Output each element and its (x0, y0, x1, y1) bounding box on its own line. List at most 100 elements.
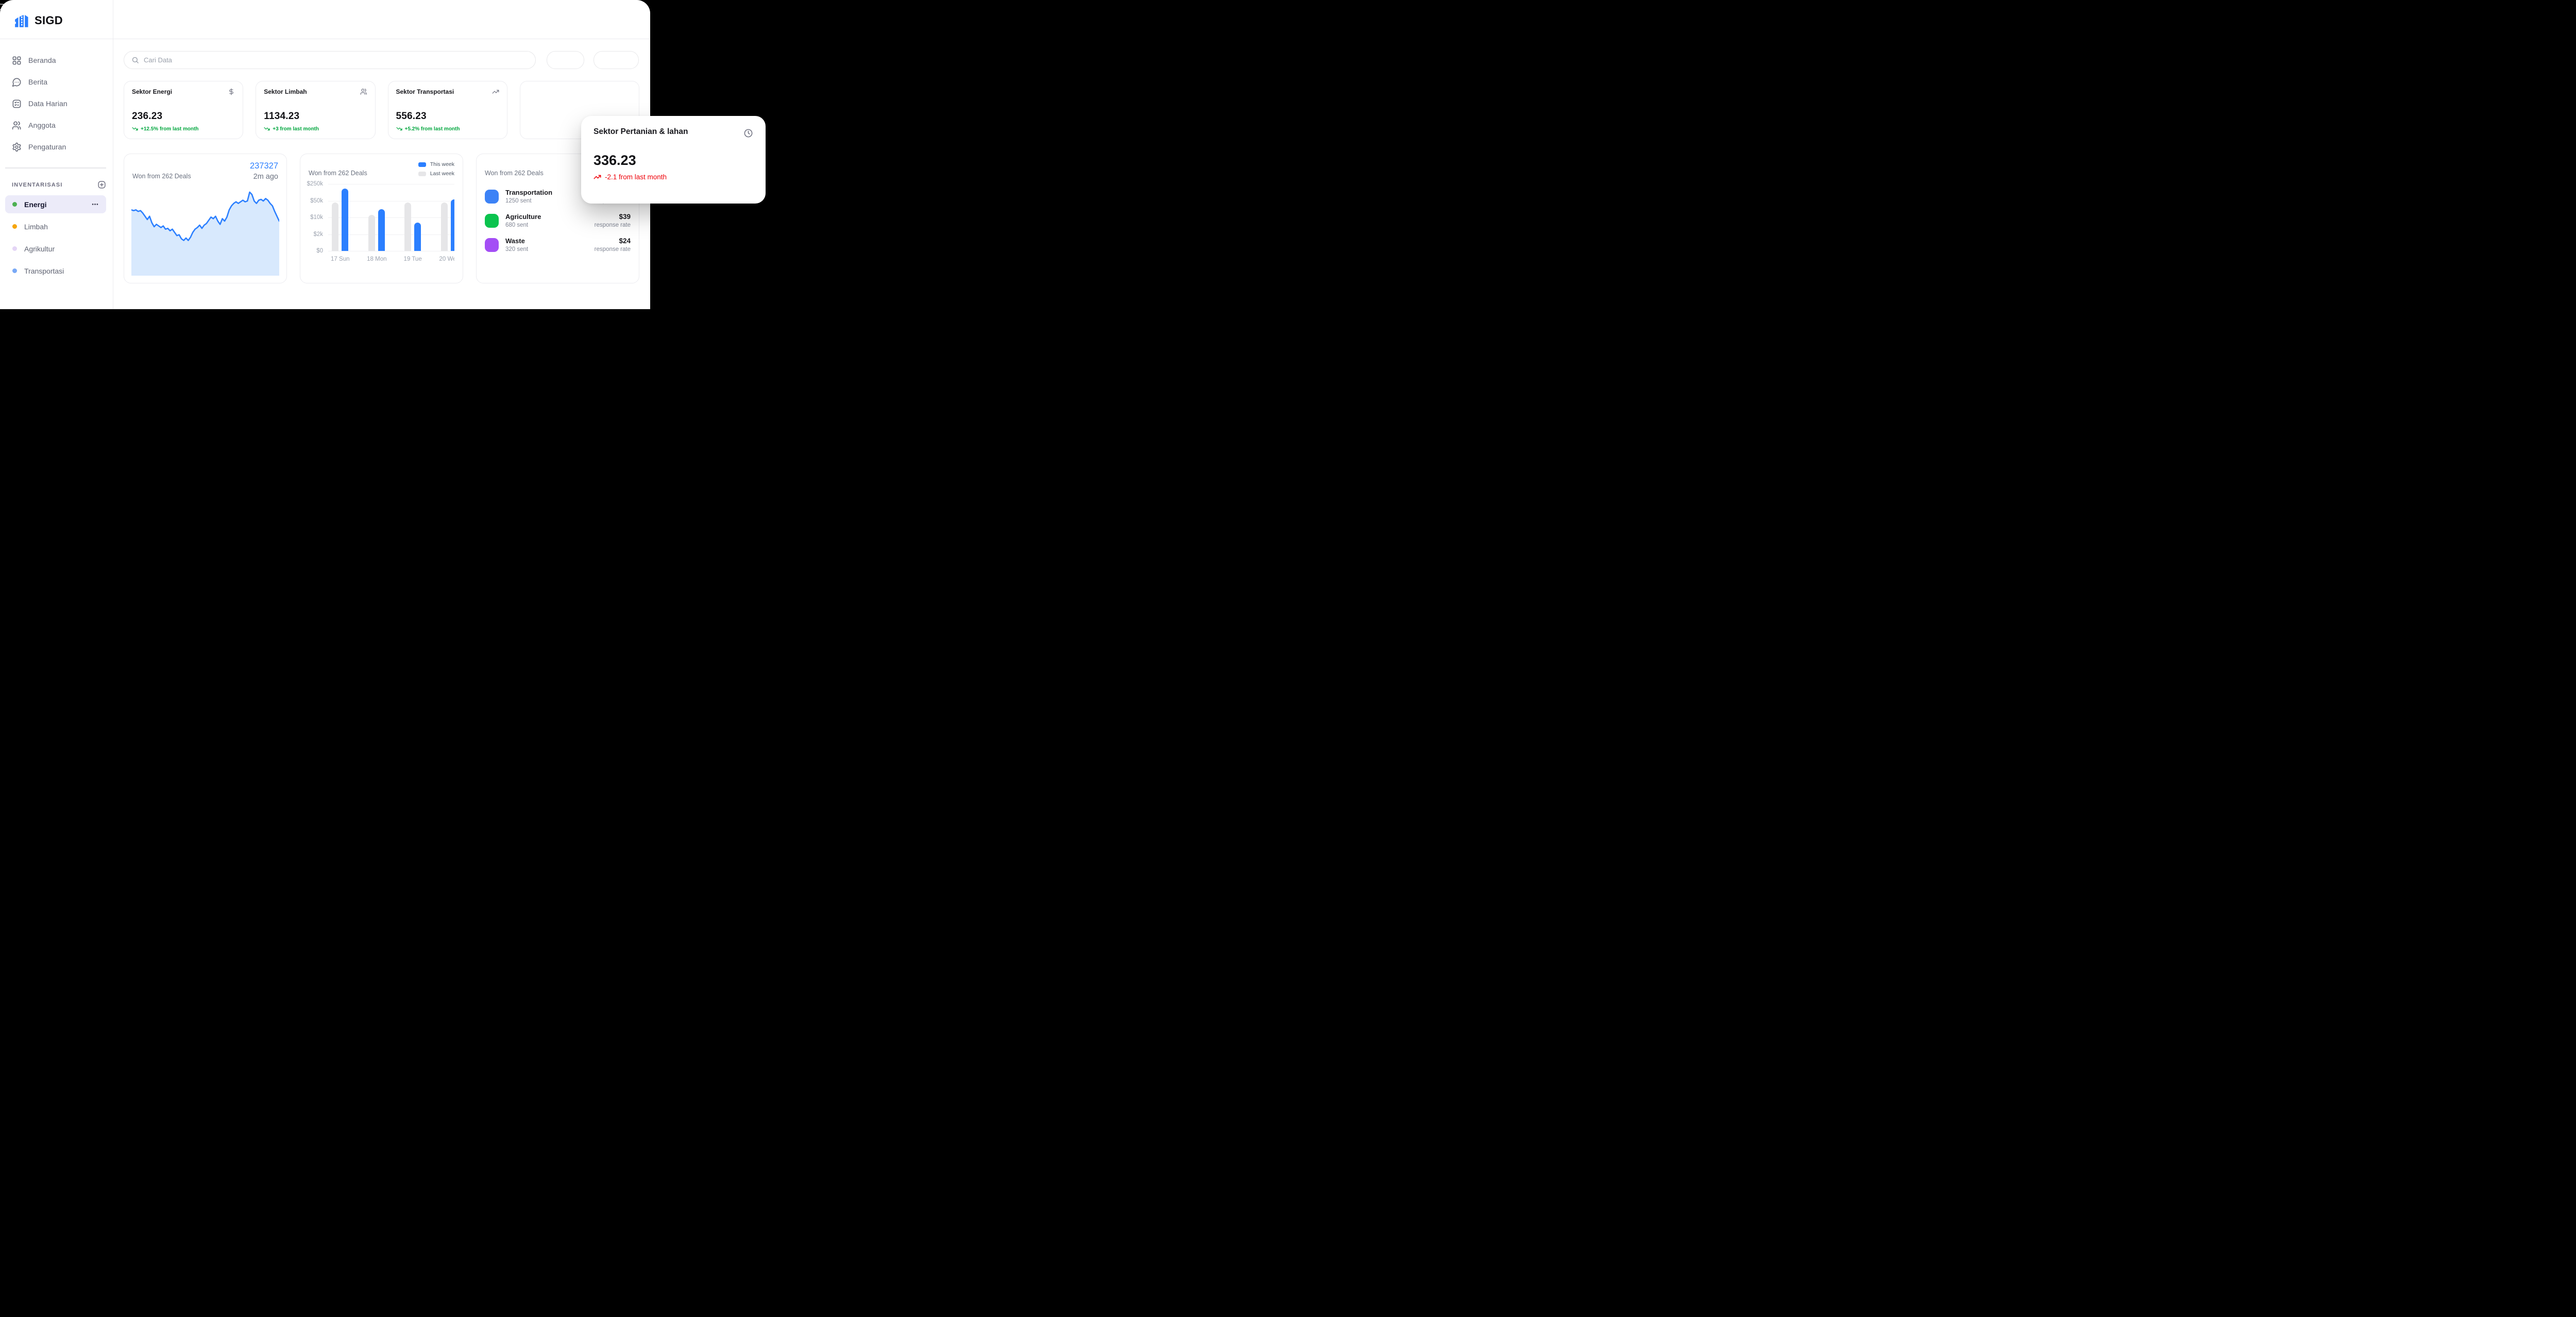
line-chart-total: 237327 (250, 161, 278, 171)
line-chart-title: Won from 262 Deals (132, 173, 191, 181)
inventory-section-title: INVENTARISASI (12, 182, 62, 188)
overlay-card-value: 336.23 (594, 153, 753, 168)
stat-card-value: 236.23 (132, 111, 235, 122)
more-options-icon[interactable] (91, 200, 99, 208)
overlay-card-sektor-pertanian[interactable]: Sektor Pertanian & lahan 336.23 -2.1 fro… (581, 116, 766, 204)
stat-card-trend: +12.5% from last month (141, 126, 199, 132)
x-axis-tick: 17 Sun (331, 256, 349, 262)
list-item-waste[interactable]: Waste 320 sent $24 response rate (485, 233, 631, 256)
clock-icon (743, 128, 753, 138)
energi-dot (12, 202, 17, 207)
inventory-item-label: Limbah (24, 223, 48, 231)
line-chart-card[interactable]: Won from 262 Deals 237327 2m ago (124, 154, 287, 283)
overlay-card-trend: -2.1 from last month (605, 173, 667, 181)
limbah-dot (12, 224, 17, 229)
sidebar-item-beranda[interactable]: Beranda (0, 49, 113, 71)
bar-this-week[interactable] (451, 199, 454, 251)
bar-this-week[interactable] (342, 189, 348, 251)
sidebar-item-label: Data Harian (28, 99, 67, 108)
screen: { "app": { "name": "SIGD" }, "sidebar": … (0, 0, 808, 367)
toolbar-button-1[interactable] (547, 51, 584, 69)
list-item-name: Transportation (505, 189, 552, 196)
stat-card-title: Sektor Transportasi (396, 88, 454, 95)
users-icon (360, 88, 367, 95)
trending-down-icon (264, 126, 270, 132)
users-icon (12, 121, 22, 130)
gear-icon (12, 142, 22, 152)
bar-chart-legend: This week Last week (418, 161, 454, 177)
bar-chart-title: Won from 262 Deals (309, 170, 367, 177)
area-chart (131, 187, 279, 276)
sidebar-item-data-harian[interactable]: Data Harian (0, 93, 113, 114)
app-logo[interactable]: SIGD (14, 14, 63, 27)
stat-cards-row: Sektor Energi 236.23 +12.5% from last (124, 81, 639, 139)
transportation-swatch (485, 190, 499, 204)
trending-down-icon (132, 126, 138, 132)
last-week-swatch (418, 172, 426, 176)
bar-chart: $250k$50k$10k$2k$0 17 Sun18 Mon19 Tue20 … (309, 184, 454, 269)
inventory-item-transportasi[interactable]: Transportasi (5, 262, 106, 280)
search-input[interactable] (144, 56, 535, 64)
inventory-list: Energi Limbah Agrikultur Transportasi (5, 195, 106, 284)
logo-buildings-icon (14, 14, 30, 27)
list-item-value: $24 (595, 237, 631, 245)
inventory-section-header: INVENTARISASI (12, 180, 106, 189)
sidebar-item-pengaturan[interactable]: Pengaturan (0, 136, 113, 158)
line-chart-updated: 2m ago (250, 173, 278, 181)
x-axis-tick: 20 Wed (439, 256, 454, 262)
sidebar: SIGD Beranda Berita (0, 0, 113, 309)
list-item-sent: 320 sent (505, 246, 528, 252)
sidebar-item-anggota[interactable]: Anggota (0, 114, 113, 136)
list-item-sent: 1250 sent (505, 198, 552, 204)
agriculture-swatch (485, 214, 499, 228)
stat-card-title: Sektor Energi (132, 88, 172, 95)
stat-card-value: 556.23 (396, 111, 499, 122)
sidebar-item-label: Berita (28, 78, 47, 86)
toolbar-button-2[interactable] (594, 51, 639, 69)
sidebar-item-label: Pengaturan (28, 143, 66, 151)
legend-label: This week (430, 161, 454, 167)
inventory-item-limbah[interactable]: Limbah (5, 217, 106, 235)
y-axis-tick: $10k (310, 214, 323, 221)
trending-up-icon (492, 88, 499, 95)
bar-last-week[interactable] (404, 202, 411, 251)
stat-card-sektor-transportasi[interactable]: Sektor Transportasi 556.23 +5.2% from (388, 81, 507, 139)
stat-card-trend: +5.2% from last month (405, 126, 460, 132)
trending-down-icon (396, 126, 402, 132)
list-item-sent: 680 sent (505, 222, 541, 228)
inventory-item-agrikultur[interactable]: Agrikultur (5, 240, 106, 258)
search-bar[interactable] (124, 51, 536, 69)
stat-card-sektor-limbah[interactable]: Sektor Limbah 1134.23 + (256, 81, 375, 139)
trending-up-icon (594, 173, 601, 181)
bar-last-week[interactable] (368, 215, 375, 251)
list-item-agriculture[interactable]: Agriculture 680 sent $39 response rate (485, 209, 631, 232)
stat-card-trend: +3 from last month (273, 126, 319, 132)
x-axis-tick: 18 Mon (367, 256, 386, 262)
inventory-item-label: Energi (24, 200, 47, 209)
add-inventory-button[interactable] (97, 180, 106, 189)
bar-chart-plot: 17 Sun 18 Mon 19 Tue 20 Wed (328, 184, 454, 269)
x-axis-tick: 19 Tue (404, 256, 422, 262)
bar-this-week[interactable] (414, 223, 421, 251)
bar-last-week[interactable] (441, 202, 448, 251)
dashboard-icon (12, 56, 22, 65)
stat-card-value: 1134.23 (264, 111, 367, 122)
bar-chart-card[interactable]: Won from 262 Deals This week Last week $ (300, 154, 463, 283)
checklist-icon (12, 99, 22, 109)
bar-last-week[interactable] (332, 202, 338, 251)
dollar-icon (228, 88, 235, 95)
inventory-item-energi[interactable]: Energi (5, 195, 106, 213)
main-content: Sektor Energi 236.23 +12.5% from last (113, 39, 650, 309)
this-week-swatch (418, 162, 426, 167)
list-item-name: Waste (505, 237, 528, 245)
stat-card-sektor-energi[interactable]: Sektor Energi 236.23 +12.5% from last (124, 81, 243, 139)
list-item-name: Agriculture (505, 213, 541, 221)
sidebar-item-berita[interactable]: Berita (0, 71, 113, 93)
overlay-card-title: Sektor Pertanian & lahan (594, 127, 688, 137)
list-card-title: Won from 262 Deals (485, 170, 544, 177)
transportasi-dot (12, 268, 17, 273)
bar-this-week[interactable] (378, 209, 385, 251)
list-item-value: $39 (595, 213, 631, 221)
sidebar-item-label: Beranda (28, 56, 56, 64)
inventory-item-label: Transportasi (24, 267, 64, 275)
